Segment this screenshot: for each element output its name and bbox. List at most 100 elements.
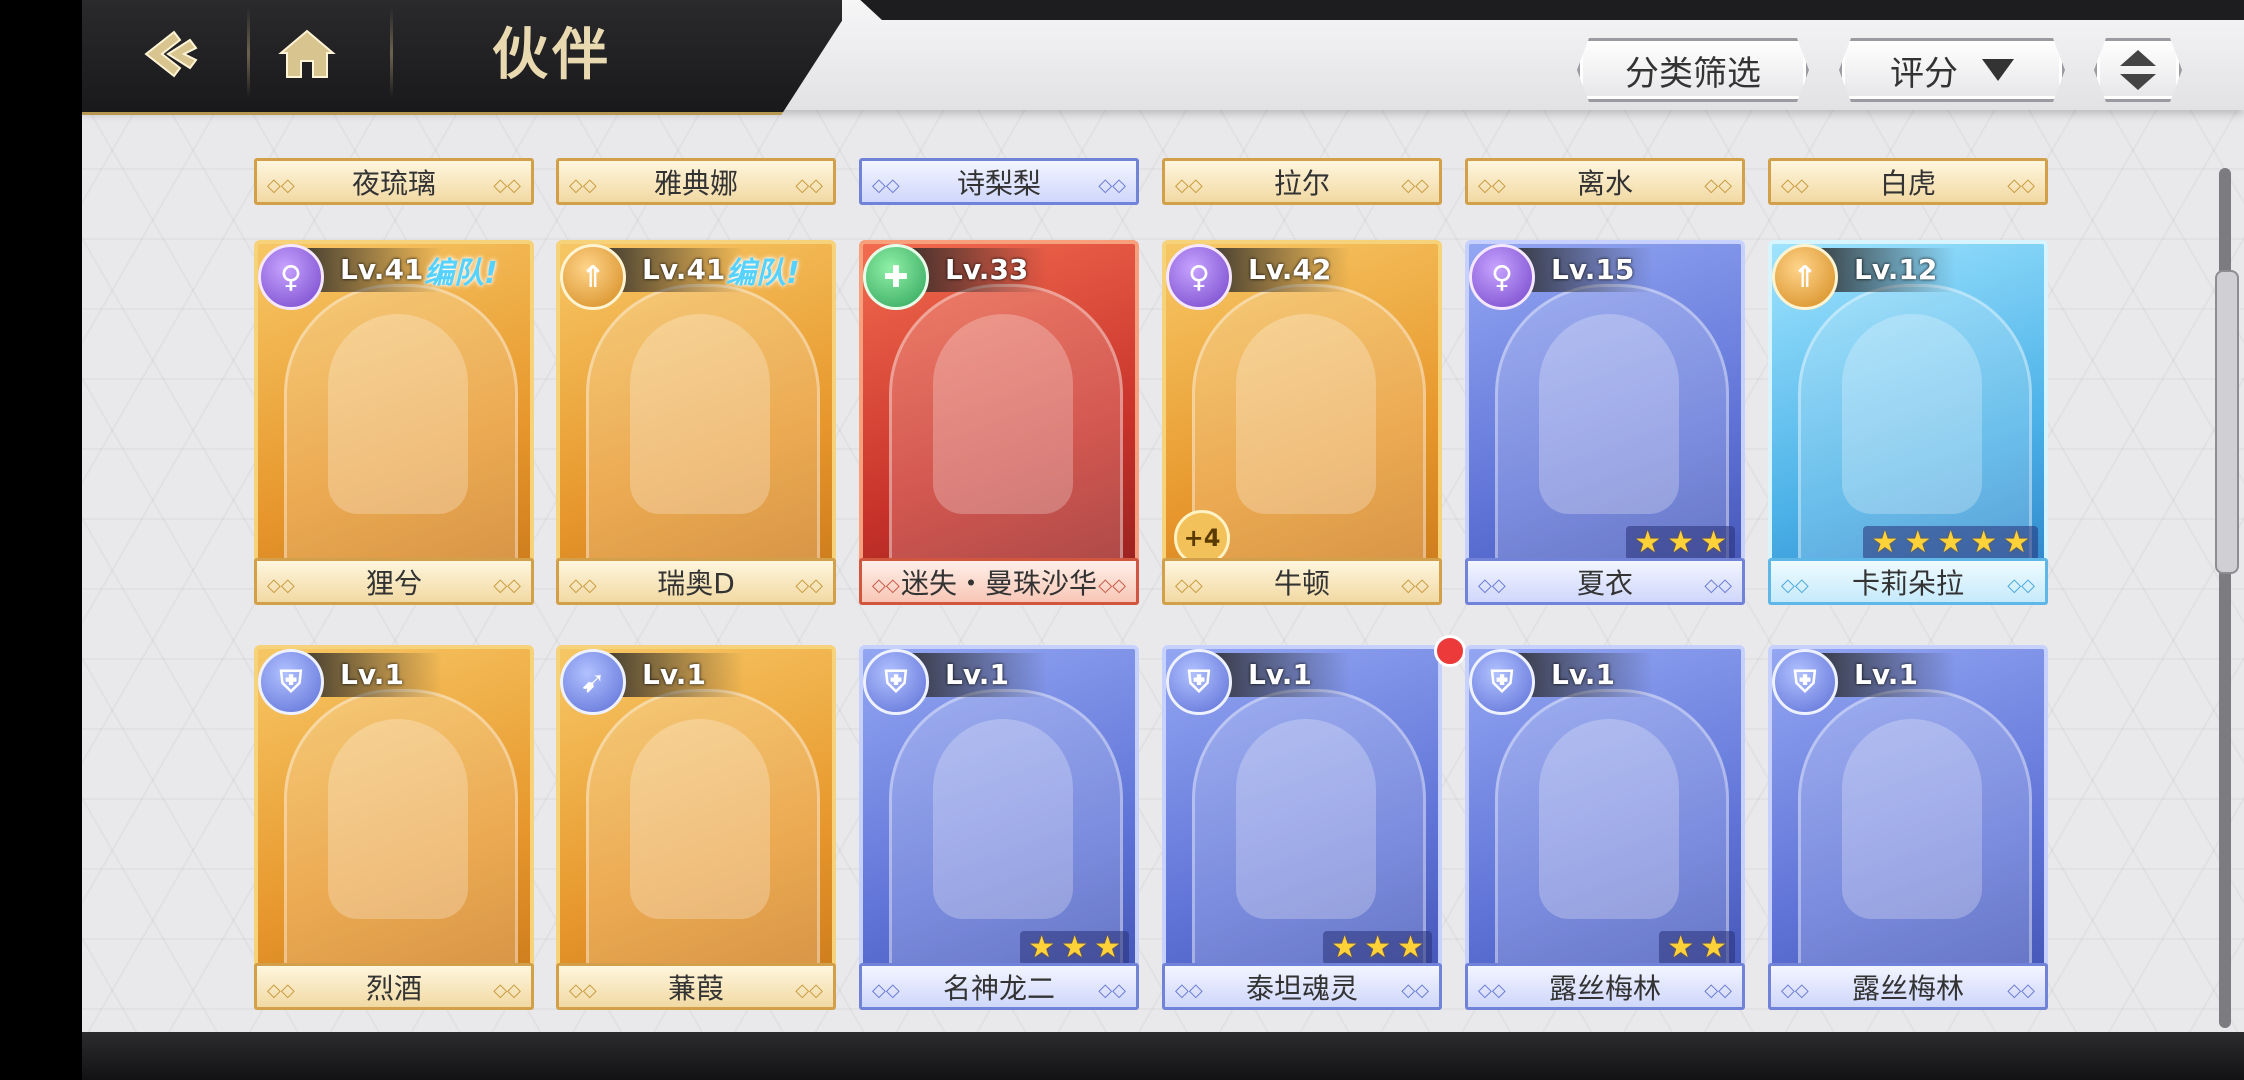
partner-name: 泰坦魂灵 (1245, 971, 1358, 1005)
scrollbar-thumb[interactable] (2215, 270, 2239, 574)
partner-name: 迷失・曼珠沙华 (900, 566, 1097, 600)
nameplate-ornament-icon: ◇◇ (1401, 980, 1429, 1001)
sort-order-button[interactable] (2094, 38, 2182, 102)
shield-icon: ⛨ (1166, 649, 1232, 715)
partner-name: 露丝梅林 (1548, 971, 1661, 1005)
partner-card[interactable]: Lv.15 ♀ ★ ★ ★ ◇◇ 夏衣 ◇◇ (1465, 240, 1745, 605)
nameplate-ornament-icon: ◇◇ (795, 980, 823, 1001)
star-icon: ★ (1904, 525, 1932, 560)
partner-name: 蒹葭 (667, 971, 724, 1005)
partner-name: 瑞奥D (657, 566, 735, 600)
partner-card[interactable]: Lv.1 ⛨ ★ ★ ★ ◇◇ 泰坦魂灵 ◇◇ (1162, 635, 1466, 1010)
nameplate-ornament-icon: ◇◇ (493, 980, 521, 1001)
star-icon: ★ (1700, 930, 1727, 965)
star-rating: ★ ★ ★ (1020, 931, 1129, 965)
partner-nameplate: ◇◇ 泰坦魂灵 ◇◇ (1162, 963, 1442, 1010)
character-art (328, 719, 468, 919)
star-icon: ★ (1937, 525, 1965, 560)
partner-card[interactable]: Lv.41 ⇑ 编队! ◇◇ 瑞奥D ◇◇ (556, 240, 836, 605)
home-icon (278, 29, 336, 78)
nameplate-ornament-icon: ◇◇ (1781, 175, 1809, 196)
nameplate-ornament-icon: ◇◇ (872, 575, 900, 596)
healer-icon: ✚ (863, 244, 929, 310)
partner-nameplate: ◇◇ 名神龙二 ◇◇ (859, 963, 1139, 1010)
partner-card[interactable]: Lv.1 ⛨ ★ ★ ◇◇ 露丝梅林 ◇◇ (1465, 645, 1745, 1010)
partner-card[interactable]: Lv.12 ⇑ ★ ★ ★ ★ ★ ◇◇ 卡莉朵拉 ◇◇ (1768, 240, 2048, 605)
star-icon: ★ (1331, 930, 1359, 965)
partner-card[interactable]: Lv.1 ➹ ◇◇ 蒹葭 ◇◇ (556, 645, 836, 1010)
star-icon: ★ (1061, 930, 1089, 965)
level-label: Lv.1 (909, 653, 1047, 697)
level-label: Lv.41 (606, 248, 744, 292)
character-art (630, 314, 770, 514)
level-label: Lv.1 (1515, 653, 1653, 697)
partner-card[interactable]: Lv.42 ♀ +4 ◇◇ 牛顿 ◇◇ (1162, 240, 1442, 605)
partner-nameplate: ◇◇ 拉尔 ◇◇ (1162, 158, 1442, 205)
level-label: Lv.15 (1515, 248, 1653, 292)
partner-name: 名神龙二 (942, 971, 1055, 1005)
character-art (1842, 719, 1982, 919)
nameplate-ornament-icon: ◇◇ (1478, 175, 1506, 196)
nameplate-ornament-icon: ◇◇ (1704, 575, 1732, 596)
sort-dropdown[interactable]: 评分 (1839, 38, 2065, 102)
partner-nameplate: ◇◇ 夏衣 ◇◇ (1465, 558, 1745, 605)
nameplate-ornament-icon: ◇◇ (1098, 575, 1126, 596)
sort-label: 评分 (1890, 53, 1958, 94)
partner-nameplate: ◇◇ 牛顿 ◇◇ (1162, 558, 1442, 605)
nameplate-ornament-icon: ◇◇ (267, 175, 295, 196)
partner-card-partial[interactable]: ◇◇ 白虎 ◇◇ (1768, 158, 2048, 208)
filter-button[interactable]: 分类筛选 (1577, 38, 1809, 102)
nameplate-ornament-icon: ◇◇ (795, 575, 823, 596)
nameplate-ornament-icon: ◇◇ (2007, 980, 2035, 1001)
nameplate-ornament-icon: ◇◇ (2007, 575, 2035, 596)
mage-icon: ♀ (1469, 244, 1535, 310)
partner-card[interactable]: Lv.41 ♀ 编队! ◇◇ 狸兮 ◇◇ (254, 240, 534, 605)
nameplate-ornament-icon: ◇◇ (569, 980, 597, 1001)
level-label: Lv.42 (1212, 248, 1350, 292)
nameplate-ornament-icon: ◇◇ (795, 175, 823, 196)
back-button[interactable] (127, 14, 217, 94)
partner-card[interactable]: Lv.33 ✚ ◇◇ 迷失・曼珠沙华 ◇◇ (859, 240, 1139, 605)
star-icon: ★ (1634, 525, 1662, 560)
partner-name: 狸兮 (365, 566, 422, 600)
filter-label: 分类筛选 (1625, 53, 1761, 94)
partner-card-partial[interactable]: ◇◇ 夜琉璃 ◇◇ (254, 158, 534, 208)
level-label: Lv.1 (304, 653, 442, 697)
partner-card-partial[interactable]: ◇◇ 雅典娜 ◇◇ (556, 158, 836, 208)
mage-icon: ♀ (1166, 244, 1232, 310)
partner-card[interactable]: Lv.1 ⛨ ★ ★ ★ ◇◇ 名神龙二 ◇◇ (859, 645, 1139, 1010)
partner-card-partial[interactable]: ◇◇ 离水 ◇◇ (1465, 158, 1745, 208)
partner-name: 拉尔 (1273, 166, 1330, 200)
character-art (328, 314, 468, 514)
shield-icon: ⛨ (1469, 649, 1535, 715)
level-label: Lv.1 (1212, 653, 1350, 697)
character-art (1236, 719, 1376, 919)
star-icon: ★ (1667, 525, 1695, 560)
star-icon: ★ (2003, 525, 2030, 560)
mage-icon: ♀ (258, 244, 324, 310)
home-button[interactable] (262, 14, 352, 94)
partner-card[interactable]: Lv.1 ⛨ ◇◇ 露丝梅林 ◇◇ (1768, 645, 2048, 1010)
partner-nameplate: ◇◇ 离水 ◇◇ (1465, 158, 1745, 205)
shield-icon: ⛨ (1772, 649, 1838, 715)
character-art (630, 719, 770, 919)
star-icon: ★ (1970, 525, 1998, 560)
partner-nameplate: ◇◇ 迷失・曼珠沙华 ◇◇ (859, 558, 1139, 605)
star-icon: ★ (1667, 930, 1695, 965)
nameplate-ornament-icon: ◇◇ (1704, 175, 1732, 196)
bottom-band (82, 1032, 2244, 1080)
star-rating: ★ ★ ★ ★ ★ (1863, 526, 2038, 560)
warrior-icon: ⇑ (560, 244, 626, 310)
nameplate-ornament-icon: ◇◇ (493, 575, 521, 596)
nameplate-ornament-icon: ◇◇ (1478, 980, 1506, 1001)
level-label: Lv.1 (606, 653, 744, 697)
partner-nameplate: ◇◇ 露丝梅林 ◇◇ (1768, 963, 2048, 1010)
partner-nameplate: ◇◇ 瑞奥D ◇◇ (556, 558, 836, 605)
nameplate-ornament-icon: ◇◇ (1478, 575, 1506, 596)
nameplate-ornament-icon: ◇◇ (1781, 575, 1809, 596)
partner-card-partial[interactable]: ◇◇ 诗梨梨 ◇◇ (859, 158, 1139, 208)
character-art (933, 719, 1073, 919)
nameplate-ornament-icon: ◇◇ (1175, 575, 1203, 596)
partner-card-partial[interactable]: ◇◇ 拉尔 ◇◇ (1162, 158, 1442, 208)
partner-card[interactable]: Lv.1 ⛨ ◇◇ 烈酒 ◇◇ (254, 645, 534, 1010)
